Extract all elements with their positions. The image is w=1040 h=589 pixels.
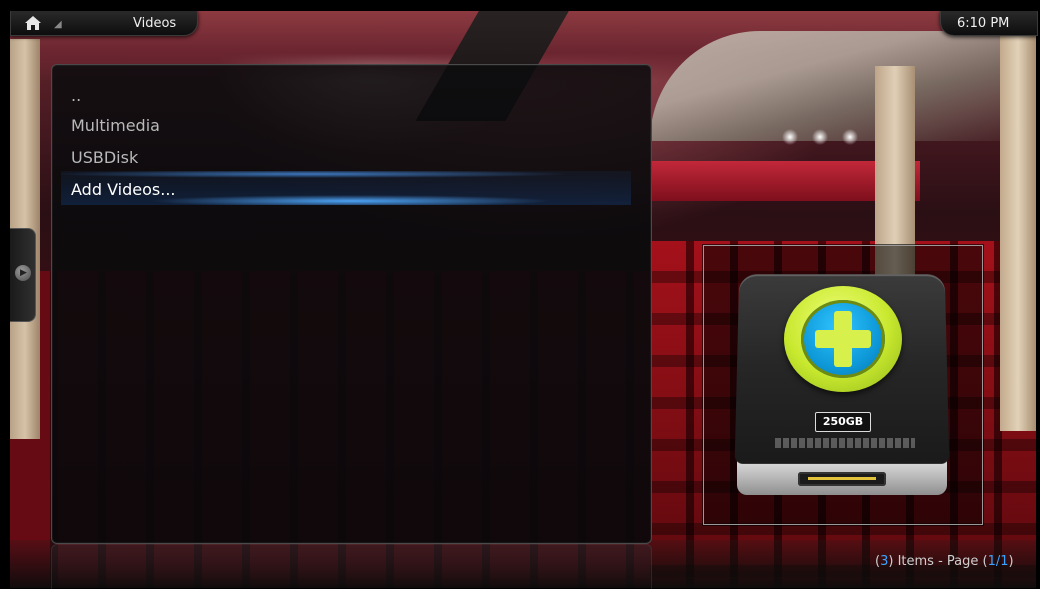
items-text: Items - Page ( <box>893 554 988 569</box>
file-list-reflection <box>51 544 652 589</box>
page-title: Videos <box>133 16 177 31</box>
breadcrumb-separator: ◢ <box>54 19 62 30</box>
list-item-usbdisk[interactable]: USBDisk <box>71 145 138 171</box>
drive-slot-light <box>808 477 876 480</box>
list-item-multimedia[interactable]: Multimedia <box>71 113 160 139</box>
page-number: 1/1 <box>987 554 1009 569</box>
items-page-count: (3) Items - Page (1/1) <box>875 552 1014 572</box>
clock: 6:10 PM <box>957 16 1010 31</box>
home-icon[interactable] <box>24 15 42 31</box>
drive-fine-print <box>775 438 915 448</box>
pillar-far-right <box>1000 31 1036 431</box>
list-item-parent-folder[interactable]: .. <box>71 83 81 109</box>
stage-lights <box>780 123 870 173</box>
list-item-add-videos[interactable]: Add Videos... <box>71 177 175 203</box>
chevron-right-icon: ▶ <box>20 268 27 278</box>
plus-icon-horizontal <box>815 330 871 348</box>
drive-capacity-label: 250GB <box>815 412 871 432</box>
page-close-paren: ) <box>1008 554 1014 569</box>
